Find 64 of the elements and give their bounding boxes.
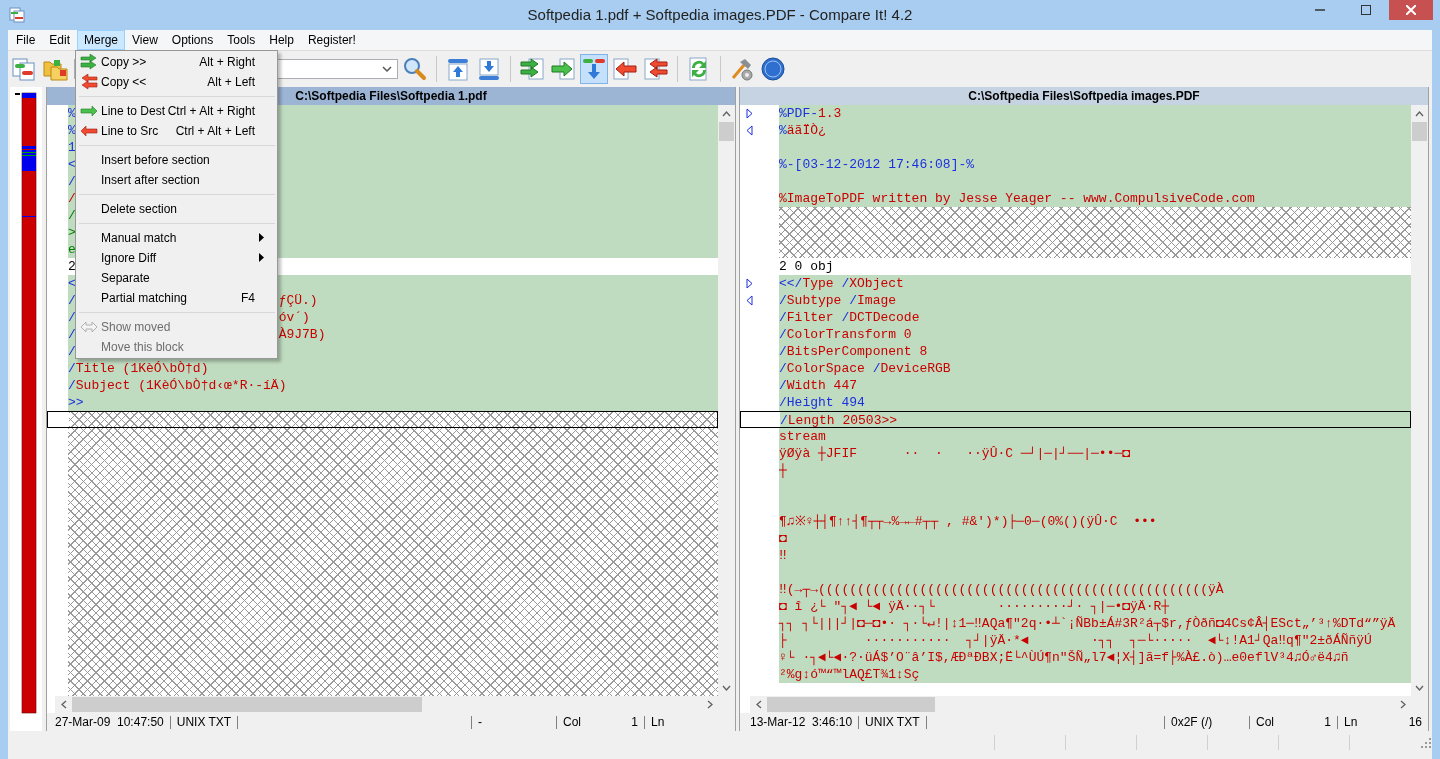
double-arrow-right-icon: [79, 54, 98, 70]
arrow-left-icon: [612, 56, 638, 82]
column-number: 1: [631, 715, 638, 729]
hammer-gear-icon: [729, 56, 755, 82]
chevron-up-icon: [1415, 110, 1424, 117]
chevron-down-icon: [1415, 684, 1424, 691]
column-label: Col: [1256, 715, 1274, 729]
menu-item[interactable]: Merge: [77, 30, 126, 50]
line-number: 16: [1408, 715, 1422, 729]
vertical-scrollbar[interactable]: [718, 105, 735, 696]
arrow-right-icon: [79, 103, 98, 119]
line-label: Ln: [651, 715, 665, 729]
scroll-thumb[interactable]: [72, 697, 422, 712]
chevron-left-icon: [60, 700, 67, 709]
line-label: Ln: [1344, 715, 1358, 729]
chevron-left-icon: [755, 700, 762, 709]
double-arrow-left-icon: [79, 74, 98, 90]
menu-item[interactable]: File: [9, 30, 43, 50]
arrow-left-icon: [79, 123, 98, 139]
column-number: 1: [1324, 715, 1331, 729]
menu-item[interactable]: Insert after section: [76, 170, 277, 190]
scroll-thumb[interactable]: [719, 122, 734, 141]
search-icon: [402, 56, 428, 82]
menu-item[interactable]: Register!: [300, 30, 363, 50]
minimize-icon: [1315, 9, 1325, 11]
horizontal-scrollbar[interactable]: [55, 696, 735, 713]
menu-item[interactable]: Options: [164, 30, 221, 50]
double-headed-arrow-icon: [79, 319, 98, 335]
maximize-icon: [1361, 5, 1371, 15]
double-arrow-right-icon: [519, 56, 545, 82]
arrow-down-icon: [476, 56, 502, 82]
scroll-thumb[interactable]: [767, 697, 935, 712]
merge-button[interactable]: [580, 54, 608, 84]
arrow-up-icon: [445, 56, 471, 82]
horizontal-scrollbar[interactable]: [750, 696, 1428, 713]
chevron-right-icon: [1399, 700, 1406, 709]
close-icon: [1406, 5, 1416, 15]
menu-item[interactable]: Tools: [220, 30, 263, 50]
double-arrow-left-icon: [643, 56, 669, 82]
char-code: 0x2F (/): [1165, 715, 1250, 729]
arrow-right-icon: [550, 56, 576, 82]
menu-item[interactable]: View: [125, 30, 165, 50]
chevron-up-icon: [722, 110, 731, 117]
menu-item[interactable]: Copy >> Alt + Right: [76, 52, 277, 72]
window-title: Softpedia 1.pdf + Softpedia images.PDF - Compare It! 4.2: [527, 6, 913, 23]
column-label: Col: [563, 715, 581, 729]
file-timestamp: 27-Mar-09 10:47:50: [47, 715, 171, 729]
vertical-scrollbar[interactable]: [1411, 105, 1428, 696]
menu-item[interactable]: Line to Src Ctrl + Alt + Left: [76, 121, 277, 141]
file-timestamp: 13-Mar-12 3:46:10: [740, 715, 860, 729]
app-icon: [9, 7, 25, 23]
file-format: UNIX TXT: [170, 715, 239, 729]
close-button[interactable]: [1389, 0, 1433, 20]
chevron-right-icon: [706, 700, 713, 709]
menu-item[interactable]: Edit: [42, 30, 78, 50]
chevron-down-icon: [722, 684, 731, 691]
file-path-header: C:\Softpedia Files\Softpedia images.PDF: [740, 87, 1428, 105]
resize-grip-icon: [1420, 736, 1432, 749]
documents-icon: [11, 56, 37, 82]
scroll-thumb[interactable]: [1412, 122, 1427, 141]
caret-icon: [381, 63, 393, 75]
file-format: UNIX TXT: [859, 715, 927, 729]
menu-item[interactable]: Help: [262, 30, 301, 50]
char-code: -: [472, 715, 557, 729]
